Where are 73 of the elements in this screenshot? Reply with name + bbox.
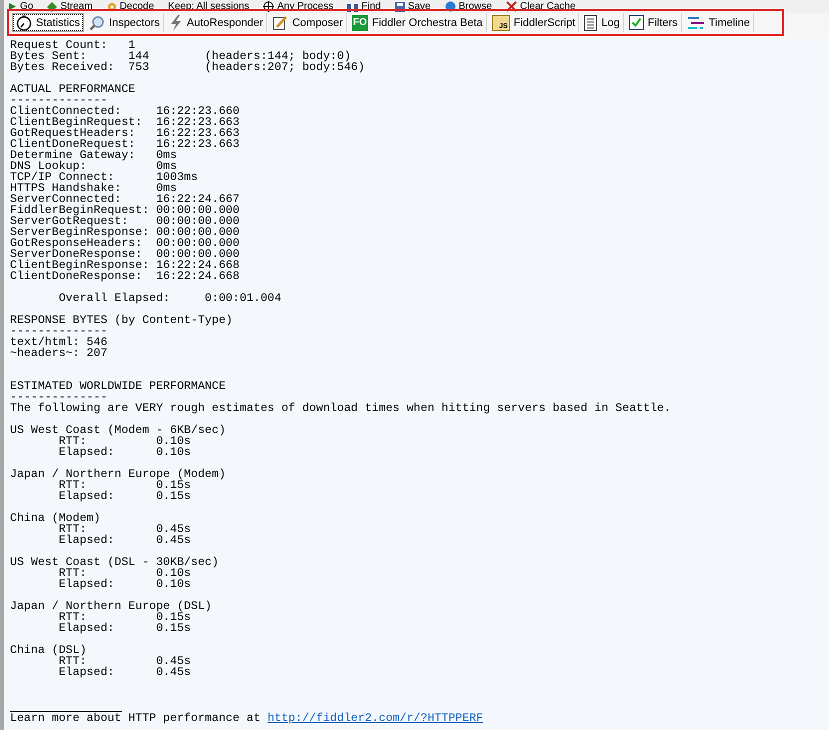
tab[interactable]: Composer xyxy=(269,13,347,32)
report-line: ClientConnected: 16:22:23.660 xyxy=(10,106,240,117)
report-line: RTT: 0.15s xyxy=(58,612,191,623)
report-line: GotRequestHeaders: 16:22:23.663 xyxy=(10,128,240,139)
tab[interactable]: FO Fiddler Orchestra Beta xyxy=(348,13,487,32)
report-line: GotResponseHeaders: 00:00:00.000 xyxy=(10,238,240,249)
tab[interactable]: AutoResponder xyxy=(166,13,268,32)
report-line: ClientBeginRequest: 16:22:23.663 xyxy=(10,117,240,128)
report-line: Japan / Northern Europe (DSL) xyxy=(10,601,212,612)
report-line: Elapsed: 0.45s xyxy=(58,535,191,546)
report-line: -------------- xyxy=(10,326,108,337)
magnifier-icon xyxy=(89,14,106,30)
toolbar-button[interactable]: Clear Cache xyxy=(506,0,576,12)
cross-icon xyxy=(506,1,517,12)
toolbar-button[interactable]: Save xyxy=(394,0,431,12)
report-line: ACTUAL PERFORMANCE xyxy=(10,84,136,95)
report-line: Elapsed: 0.10s xyxy=(58,579,191,590)
report-line: ServerGotRequest: 00:00:00.000 xyxy=(10,216,240,227)
report-line: China (DSL) xyxy=(10,645,87,656)
toolbar-button[interactable]: Go xyxy=(8,0,34,12)
report-line: ServerBeginResponse: 00:00:00.000 xyxy=(10,227,240,238)
report-line: Overall Elapsed: 0:00:01.004 xyxy=(58,293,282,304)
report-line: Determine Gateway: 0ms xyxy=(10,150,177,161)
toolbar-button[interactable]: Browse xyxy=(444,0,492,12)
report-line: Japan / Northern Europe (Modem) xyxy=(10,469,226,480)
report-line: -------------- xyxy=(10,95,108,106)
report-line: ServerDoneResponse: 00:00:00.000 xyxy=(10,249,240,260)
report-line: ClientBeginResponse: 16:22:24.668 xyxy=(10,260,240,271)
report-line: HTTPS Handshake: 0ms xyxy=(10,183,177,194)
report-line: US West Coast (DSL - 30KB/sec) xyxy=(10,557,219,568)
toolbar-button[interactable]: Find xyxy=(347,0,381,12)
report-line: Bytes Sent: 144 (headers:144; body:0) xyxy=(10,51,351,62)
report-line: TCP/IP Connect: 1003ms xyxy=(10,172,198,183)
report-line: Request Count: 1 xyxy=(10,40,136,51)
report-line: text/html: 546 xyxy=(10,337,108,348)
toolbar-button[interactable]: Decode xyxy=(106,0,154,12)
performance-link[interactable]: http://fiddler2.com/r/?HTTPPERF xyxy=(267,713,484,724)
report-line: Elapsed: 0.10s xyxy=(58,447,191,458)
report-line: RTT: 0.45s xyxy=(58,524,191,535)
report-line: RTT: 0.45s xyxy=(58,656,191,667)
report-line: Bytes Received: 753 (headers:207; body:546) xyxy=(10,62,365,73)
triangle-icon xyxy=(8,2,17,11)
report-line: The following are VERY rough estimates of download times when hitting servers based in Seattle. xyxy=(10,403,671,414)
tab[interactable]: Filters xyxy=(626,13,682,32)
report-line: RTT: 0.10s xyxy=(58,568,191,579)
report-line: Elapsed: 0.45s xyxy=(58,667,191,678)
target-icon xyxy=(263,1,274,12)
report-line: China (Modem) xyxy=(10,513,100,524)
report-line: ESTIMATED WORLDWIDE PERFORMANCE xyxy=(10,381,226,392)
report-line: Elapsed: 0.15s xyxy=(58,491,191,502)
toolbar-button[interactable]: Keep: All sessions xyxy=(168,0,250,12)
globe-icon xyxy=(444,1,456,12)
report-line: ServerConnected: 16:22:24.667 xyxy=(10,194,240,205)
report-line: US West Coast (Modem - 6KB/sec) xyxy=(10,425,226,436)
report-line: ClientDoneRequest: 16:22:23.663 xyxy=(10,139,240,150)
report-line: DNS Lookup: 0ms xyxy=(10,161,177,172)
timeline-icon xyxy=(686,16,705,30)
badge-icon: FO xyxy=(352,14,368,30)
toolbar-button[interactable]: Stream xyxy=(47,0,93,12)
report-line: RTT: 0.10s xyxy=(58,436,191,447)
tab[interactable]: Timeline xyxy=(684,13,754,32)
tab[interactable]: Log xyxy=(581,13,624,32)
report-line: ~headers~: 207 xyxy=(10,348,108,359)
tab[interactable]: Inspectors xyxy=(86,13,164,32)
report-line: ClientDoneResponse: 16:22:24.668 xyxy=(10,271,240,282)
lightning-icon xyxy=(168,14,183,30)
report-line: RTT: 0.15s xyxy=(58,480,191,491)
tab[interactable]: Statistics xyxy=(12,13,84,32)
report-line: -------------- xyxy=(10,392,108,403)
footer-text: Learn more about HTTP performance at xyxy=(10,713,262,724)
report-line: FiddlerBeginRequest: 00:00:00.000 xyxy=(10,205,240,216)
report-line: RESPONSE BYTES (by Content-Type) xyxy=(10,315,233,326)
report-line: Elapsed: 0.15s xyxy=(58,623,191,634)
